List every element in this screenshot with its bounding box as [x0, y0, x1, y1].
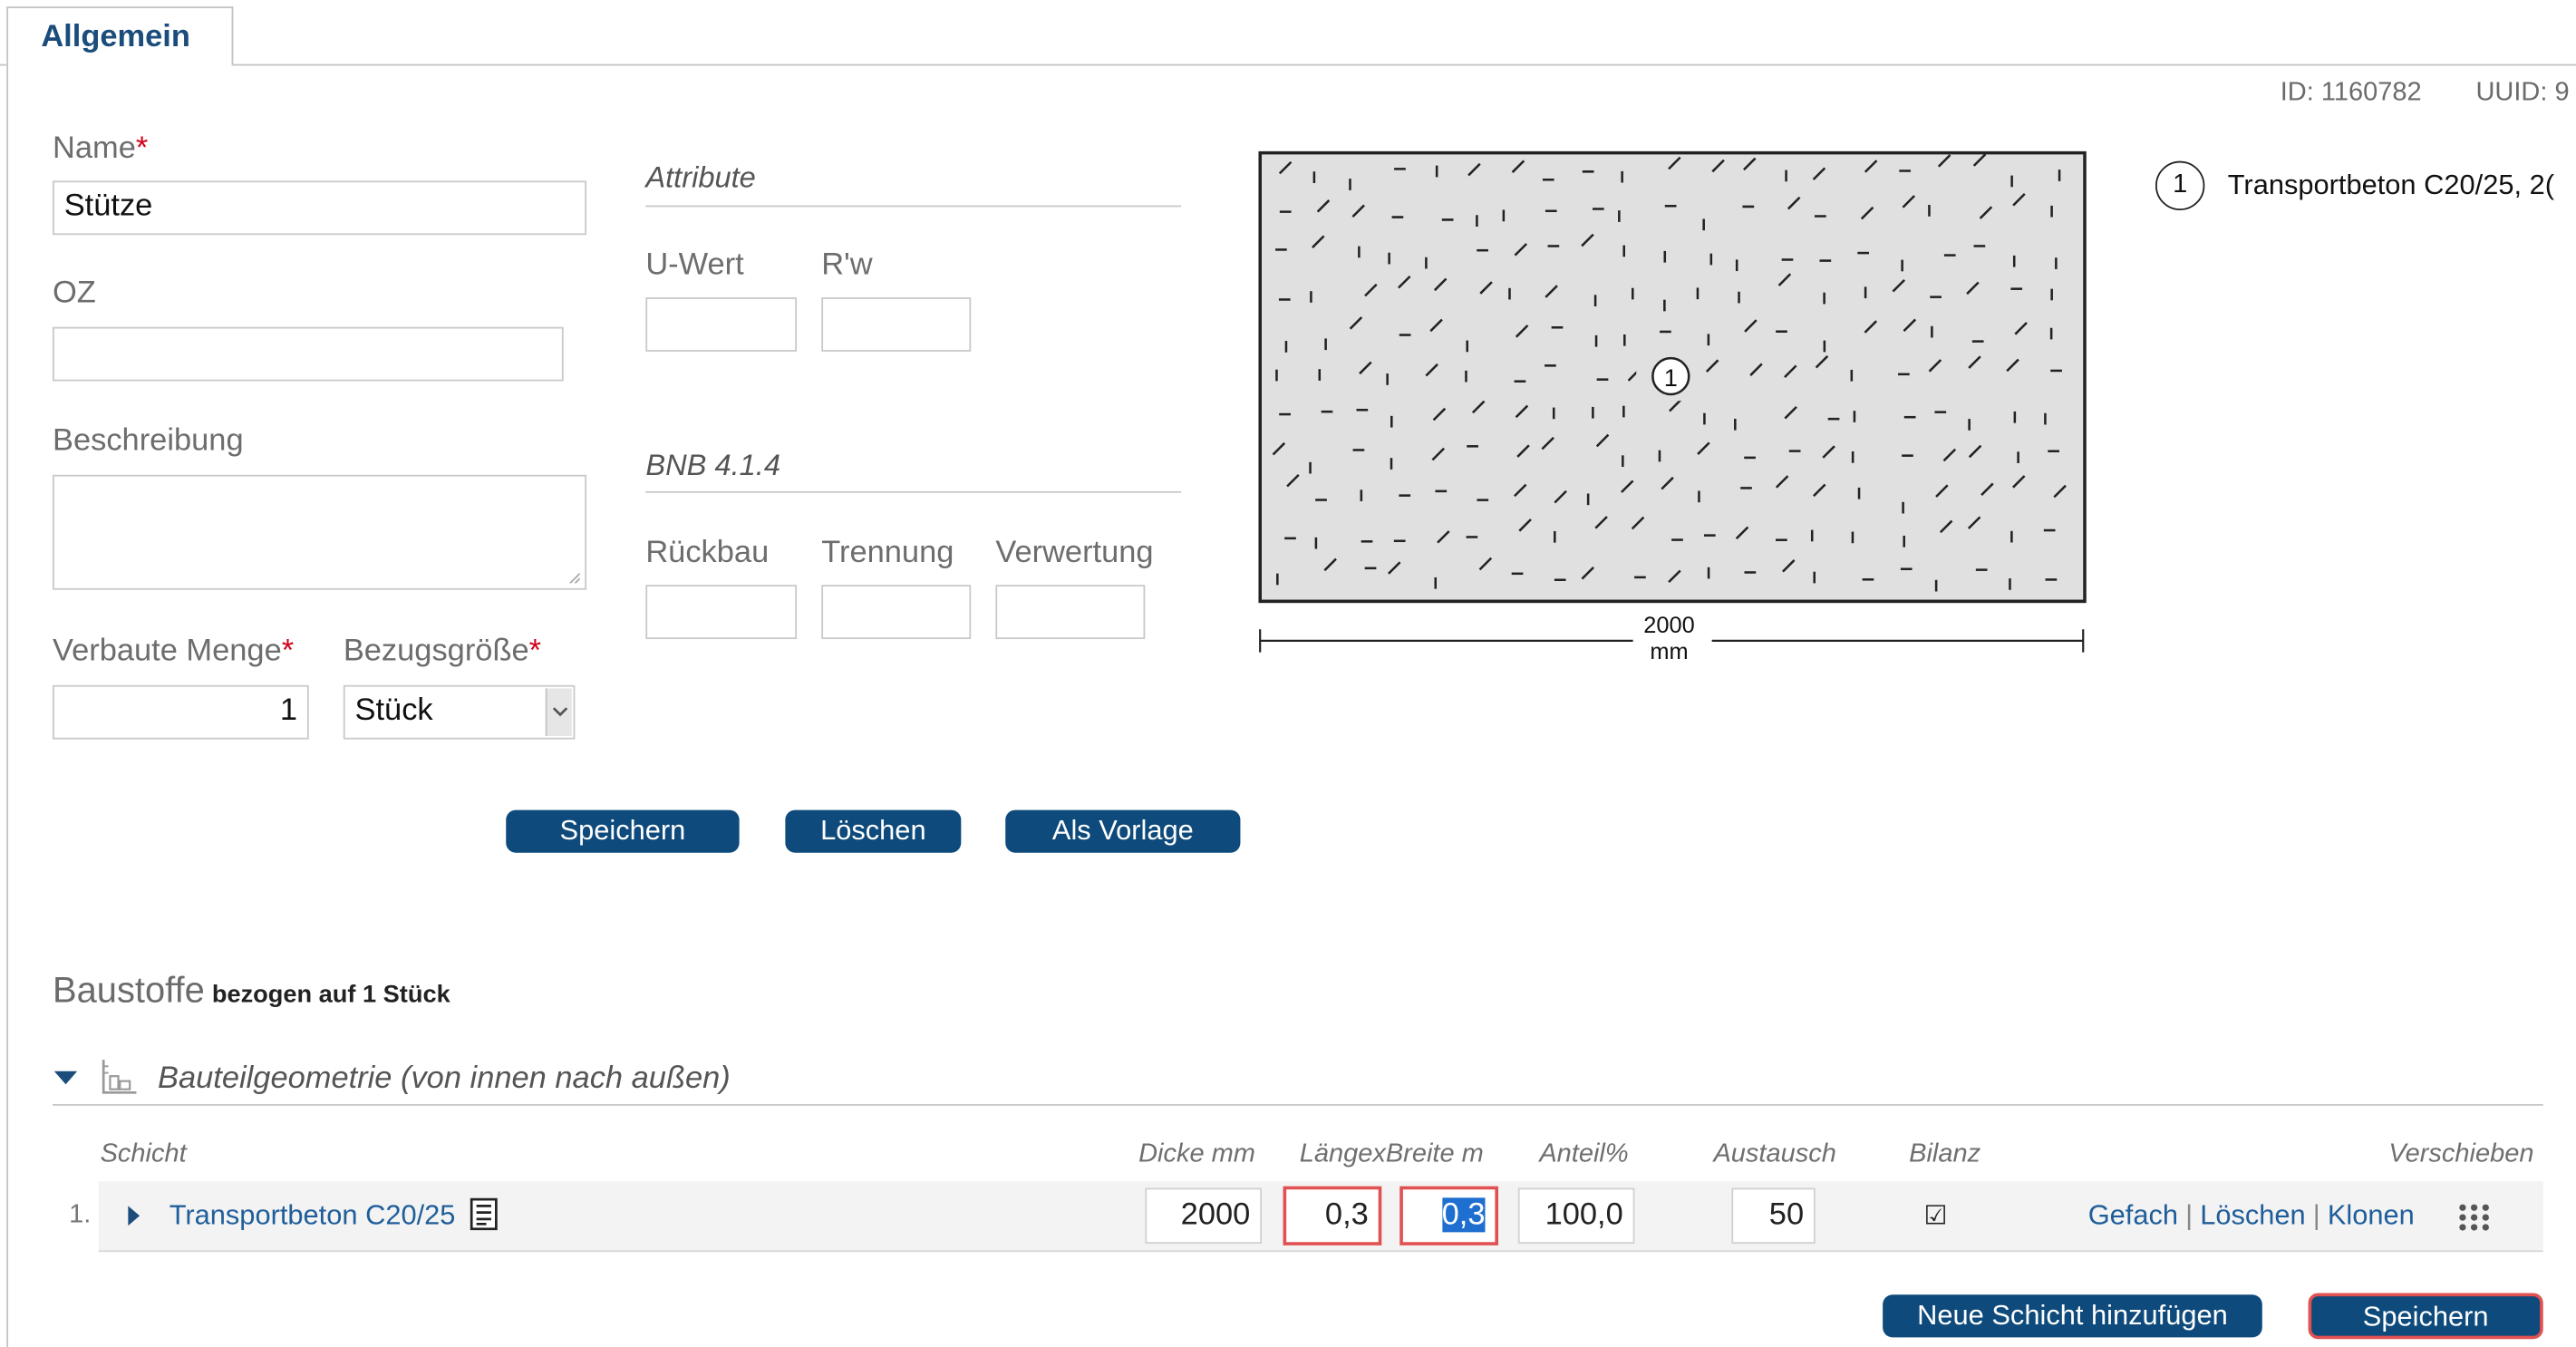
header-dicke: Dicke mm — [1138, 1140, 1255, 1170]
geometry-icon — [101, 1056, 140, 1096]
bilanz-checkbox[interactable]: ☑ — [1923, 1199, 1947, 1232]
bezugsgroesse-select[interactable]: Stück — [344, 685, 576, 740]
as-template-button[interactable]: Als Vorlage — [1005, 810, 1240, 853]
save-button[interactable]: Speichern — [506, 810, 739, 853]
collapse-triangle-icon[interactable] — [53, 1068, 79, 1088]
breite-selected-text: 0,3 — [1442, 1197, 1486, 1232]
oz-input[interactable] — [53, 327, 564, 382]
header-laengexbreite: LängexBreite m — [1300, 1140, 1484, 1170]
laenge-input[interactable]: 0,3 — [1283, 1187, 1382, 1245]
expand-triangle-icon[interactable] — [125, 1203, 141, 1229]
record-uuid: UUID: 9 — [2475, 79, 2569, 109]
rw-input[interactable] — [821, 297, 971, 352]
header-bilanz: Bilanz — [1909, 1140, 1980, 1170]
layer-marker-number: 1 — [1664, 363, 1678, 392]
baustoffe-heading: Baustoffe bezogen auf 1 Stück — [53, 969, 450, 1012]
beschreibung-label: Beschreibung — [53, 424, 244, 460]
header-anteil: Anteil% — [1539, 1140, 1628, 1170]
verbaute-menge-label: Verbaute Menge* — [53, 635, 294, 671]
rueckbau-label: Rückbau — [645, 536, 769, 572]
trennung-input[interactable] — [821, 585, 971, 639]
baustoffe-subtitle: bezogen auf 1 Stück — [212, 981, 450, 1009]
verbaute-menge-input[interactable]: 1 — [53, 685, 309, 740]
datasheet-icon[interactable] — [470, 1197, 499, 1230]
required-marker: * — [529, 635, 541, 669]
name-input[interactable]: Stütze — [53, 180, 586, 235]
layers-save-button[interactable]: Speichern — [2309, 1293, 2543, 1339]
tab-allgemein[interactable]: Allgemein — [6, 6, 233, 65]
row-index: 1. — [69, 1201, 91, 1231]
attribute-section-title: Attribute — [645, 161, 756, 196]
material-link[interactable]: Transportbeton C20/25 — [169, 1199, 456, 1232]
uwert-input[interactable] — [645, 297, 797, 352]
cross-section-drawing: 1 — [1258, 151, 2087, 605]
drag-handle-icon[interactable] — [2458, 1203, 2491, 1233]
legend-marker: 1 — [2155, 161, 2204, 210]
header-austausch: Austausch — [1713, 1140, 1835, 1170]
dimension-value: 2000 — [1626, 611, 1711, 637]
panel-left-border — [6, 66, 8, 1347]
attribute-divider — [645, 206, 1181, 208]
baustoffe-title: Baustoffe — [53, 969, 205, 1010]
verwertung-label: Verwertung — [995, 536, 1153, 572]
resize-handle-icon[interactable] — [567, 570, 580, 584]
bezugsgroesse-selected-value: Stück — [355, 693, 433, 728]
austausch-input[interactable]: 50 — [1731, 1187, 1815, 1244]
anteil-input[interactable]: 100,0 — [1518, 1187, 1635, 1244]
dimension-unit: mm — [1626, 637, 1711, 664]
dimension-label: 2000 mm — [1626, 611, 1711, 664]
header-verschieben: Verschieben — [2388, 1140, 2533, 1170]
required-marker: * — [136, 131, 148, 166]
legend-text: Transportbeton C20/25, 2( — [2228, 170, 2576, 202]
clone-link[interactable]: Klonen — [2328, 1199, 2415, 1230]
bezugsgroesse-label: Bezugsgröße* — [344, 635, 541, 671]
bnb-divider — [645, 491, 1181, 493]
group-title: Bauteilgeometrie (von innen nach außen) — [158, 1061, 731, 1098]
row-delete-link[interactable]: Löschen — [2200, 1199, 2306, 1230]
uwert-label: U-Wert — [645, 248, 743, 285]
chevron-down-icon[interactable] — [546, 688, 572, 736]
required-marker: * — [282, 635, 294, 669]
add-layer-button[interactable]: Neue Schicht hinzufügen — [1883, 1294, 2262, 1337]
link-separator: | — [2185, 1199, 2193, 1230]
link-separator: | — [2313, 1199, 2320, 1230]
tab-bar-divider — [0, 64, 2576, 66]
gefach-link[interactable]: Gefach — [2088, 1199, 2178, 1230]
oz-label: OZ — [53, 276, 96, 313]
name-label: Name* — [53, 131, 148, 168]
rueckbau-input[interactable] — [645, 585, 797, 639]
delete-button[interactable]: Löschen — [785, 810, 961, 853]
dicke-input[interactable]: 2000 — [1145, 1187, 1262, 1244]
row-actions: Gefach | Löschen | Klonen — [2088, 1199, 2415, 1232]
rw-label: R'w — [821, 248, 872, 285]
beschreibung-textarea[interactable] — [53, 475, 586, 590]
trennung-label: Trennung — [821, 536, 954, 572]
bnb-section-title: BNB 4.1.4 — [645, 449, 780, 483]
record-id: ID: 1160782 — [2281, 79, 2422, 109]
breite-input[interactable]: 0,3 — [1399, 1187, 1498, 1245]
header-schicht: Schicht — [101, 1140, 187, 1170]
verwertung-input[interactable] — [995, 585, 1145, 639]
group-divider — [53, 1104, 2543, 1106]
